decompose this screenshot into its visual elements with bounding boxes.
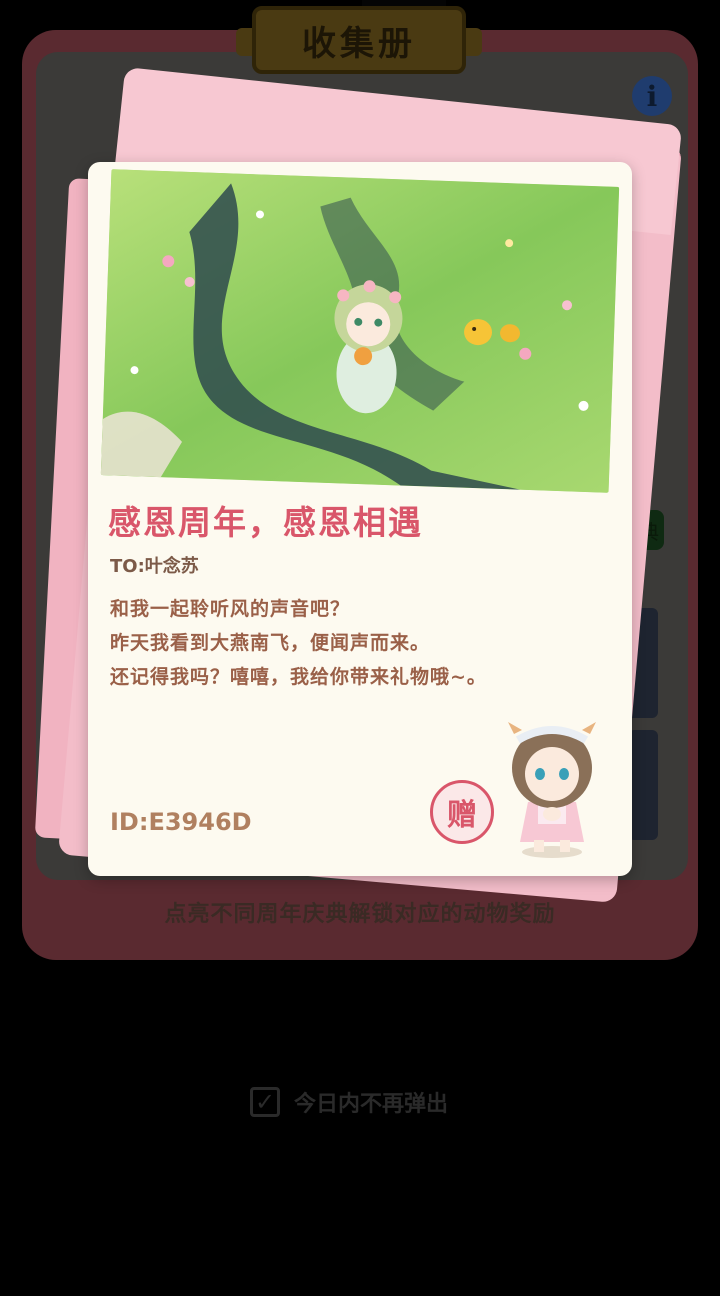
letter-id: ID:E3946D <box>110 808 252 836</box>
sheep-girl-mascot <box>508 722 596 858</box>
album-footer-hint: 点亮不同周年庆典解锁对应的动物奖励 <box>164 902 556 927</box>
letter-line: 昨天我看到大燕南飞，便闻声而来。 <box>110 632 431 654</box>
dont-show-again-label: 今日内不再弹出 <box>294 1092 449 1117</box>
letter-line: 还记得我吗？嘻嘻，我给你带来礼物哦~。 <box>110 666 487 688</box>
recipient-line: TO:叶念苏 <box>110 556 199 577</box>
album-title: 收集册 <box>252 6 466 74</box>
meadow-scene <box>100 169 620 493</box>
letter-title: 感恩周年，感恩相遇 <box>108 503 423 542</box>
dont-show-again-toggle[interactable]: ✓ 今日内不再弹出 <box>250 1086 448 1118</box>
checkbox[interactable]: ✓ <box>250 1087 280 1117</box>
letter-card: 感恩周年，感恩相遇 TO:叶念苏 和我一起聆听风的声音吧？ 昨天我看到大燕南飞，… <box>88 162 632 876</box>
letter-illustration <box>100 169 620 493</box>
side-thumbnail[interactable] <box>628 730 658 840</box>
gift-stamp: 赠 <box>430 780 494 844</box>
info-icon[interactable]: i <box>632 76 672 116</box>
letter-line: 和我一起聆听风的声音吧？ <box>110 598 351 620</box>
